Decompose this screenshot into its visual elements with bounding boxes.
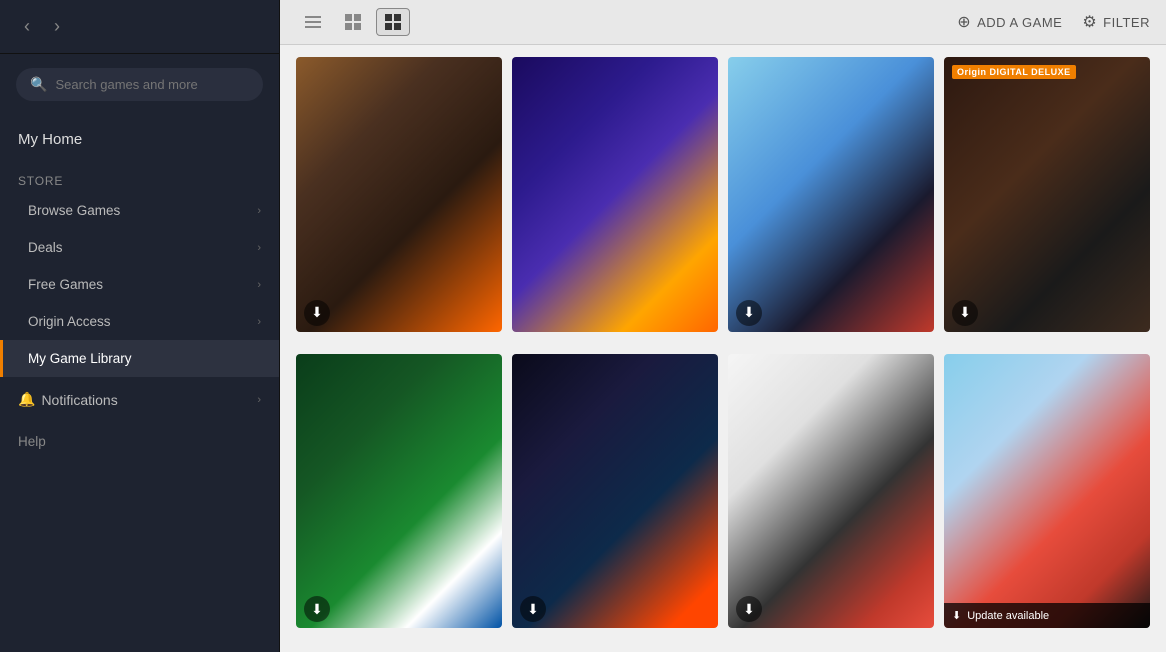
sidebar-item-deals[interactable]: Deals › [0,229,279,266]
game-card-dragonage[interactable]: Dragon AgeINQUISITION BIOWARE EA Origin … [944,57,1150,332]
game-card-mirrorsedge[interactable]: ▶MIRROR'SEDGE DICE EA ⬇ [728,354,934,629]
sidebar: ‹ › 🔍 My Home Store Browse Games › Deals… [0,0,280,652]
bell-icon: 🔔 [18,391,35,408]
update-available-badge: ⬇ Update available [944,603,1150,628]
search-icon: 🔍 [30,76,47,93]
view-grid-small-button[interactable] [336,8,370,36]
download-badge: ⬇ [520,596,546,622]
sidebar-item-origin-access[interactable]: Origin Access › [0,303,279,340]
game-card-fifa[interactable]: FIFA 18 EA SPORTS FIFA ⬇ [296,354,502,629]
game-card-bejeweled[interactable]: BEJEWELED 3 THE WORLD'S #1 PUZZLE GAME P… [512,57,718,332]
filter-icon: ⚙ [1082,12,1097,32]
download-badge: ⬇ [736,596,762,622]
game-grid: BATTLEFIELD 4DIGITAL DELUXE EDITION EA ⬇… [280,45,1166,652]
sidebar-item-browse-games[interactable]: Browse Games › [0,192,279,229]
game-card-burnout[interactable]: BurnoutParadiseTHE ULTIMATEBOX EA ⬇ [728,57,934,332]
sidebar-item-my-game-library[interactable]: My Game Library [0,340,279,377]
download-badge: ⬇ [952,300,978,326]
download-icon: ⬇ [952,609,961,622]
view-grid-large-button[interactable] [376,8,410,36]
toolbar-right: ⊕ ADD A GAME ⚙ FILTER [957,12,1150,32]
download-badge: ⬇ [304,596,330,622]
toolbar: ⊕ ADD A GAME ⚙ FILTER [280,0,1166,45]
search-input[interactable] [55,77,249,92]
chevron-right-icon: › [257,316,261,328]
sidebar-item-free-games[interactable]: Free Games › [0,266,279,303]
add-game-button[interactable]: ⊕ ADD A GAME [957,12,1062,32]
chevron-right-icon: › [257,394,261,406]
filter-button[interactable]: ⚙ FILTER [1082,12,1150,32]
game-card-bf4[interactable]: BATTLEFIELD 4DIGITAL DELUXE EDITION EA ⬇ [296,57,502,332]
nav-arrows: ‹ › [0,0,279,54]
chevron-right-icon: › [257,279,261,291]
chevron-right-icon: › [257,205,261,217]
view-list-button[interactable] [296,8,330,36]
search-box: 🔍 [16,68,263,101]
download-badge: ⬇ [736,300,762,326]
game-card-nfs[interactable]: NEED FOR SPEEDPAYBACK ⬇ Update available [944,354,1150,629]
sidebar-item-my-home[interactable]: My Home [0,115,279,164]
origin-digital-deluxe-badge: Origin DIGITAL DELUXE [952,65,1076,79]
plus-circle-icon: ⊕ [957,12,971,32]
game-card-masseffect[interactable]: MASSEFFECT BIOWARE EA ⬇ [512,354,718,629]
store-label: Store [0,164,279,192]
nav-back-button[interactable]: ‹ [18,14,36,39]
sidebar-item-help[interactable]: Help [0,422,279,461]
download-badge: ⬇ [304,300,330,326]
nav-forward-button[interactable]: › [48,14,66,39]
main-content: ⊕ ADD A GAME ⚙ FILTER BATTLEFIELD 4DIGIT… [280,0,1166,652]
sidebar-item-notifications[interactable]: 🔔 Notifications › [0,377,279,422]
chevron-right-icon: › [257,242,261,254]
